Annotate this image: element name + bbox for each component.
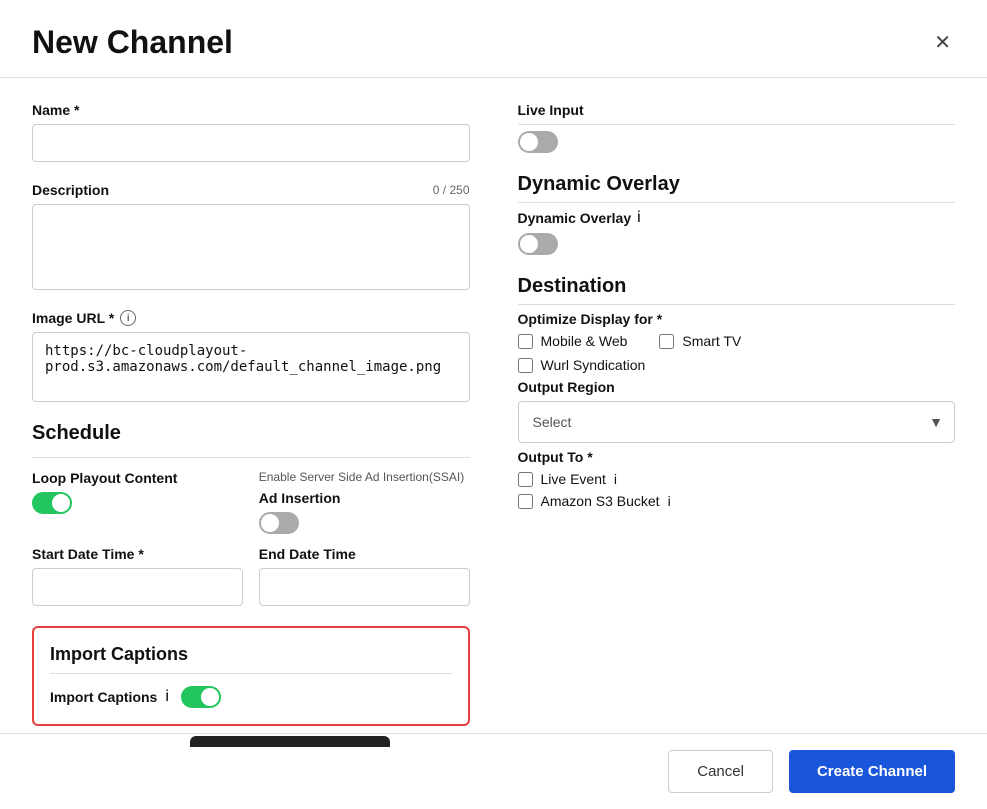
ssai-label: Enable Server Side Ad Insertion(SSAI) (259, 470, 470, 484)
dynamic-overlay-section: Dynamic Overlay Dynamic Overlay i (518, 173, 956, 255)
import-captions-divider (50, 673, 452, 674)
create-channel-button[interactable]: Create Channel (789, 750, 955, 793)
schedule-toggles-row: Loop Playout Content Enable Server Side … (32, 470, 470, 534)
ad-insertion-toggle[interactable] (259, 512, 299, 534)
name-label: Name * (32, 102, 470, 118)
import-captions-info-icon[interactable]: i (165, 688, 169, 706)
dynamic-overlay-divider (518, 202, 956, 203)
import-captions-label: Import Captions (50, 689, 157, 705)
live-input-label: Live Input (518, 102, 956, 118)
wurl-checkbox-row[interactable]: Wurl Syndication (518, 357, 956, 373)
name-field-group: Name * (32, 102, 470, 162)
smart-tv-label: Smart TV (682, 333, 741, 349)
end-date-group: End Date Time (259, 546, 470, 606)
destination-section: Destination Optimize Display for * Mobil… (518, 275, 956, 509)
modal-body: Name * Description 0 / 250 Image URL * i (0, 78, 987, 747)
end-date-label: End Date Time (259, 546, 470, 562)
live-input-divider (518, 124, 956, 125)
wurl-label: Wurl Syndication (541, 357, 646, 373)
dynamic-overlay-title: Dynamic Overlay (518, 173, 956, 196)
image-url-input[interactable]: https://bc-cloudplayout-prod.s3.amazonaw… (32, 332, 470, 402)
modal: New Channel ✕ Name * Description 0 / 250 (0, 0, 987, 809)
start-date-label: Start Date Time * (32, 546, 243, 562)
live-input-toggle[interactable] (518, 131, 558, 153)
loop-playout-label: Loop Playout Content (32, 470, 243, 486)
image-url-info-icon[interactable]: i (120, 310, 136, 326)
ad-insertion-label: Ad Insertion (259, 490, 470, 506)
loop-playout-toggle[interactable] (32, 492, 72, 514)
description-input[interactable] (32, 204, 470, 290)
mobile-web-checkbox[interactable] (518, 334, 533, 349)
date-row: Start Date Time * End Date Time (32, 546, 470, 606)
cancel-button[interactable]: Cancel (668, 750, 773, 793)
amazon-s3-info-icon[interactable]: i (668, 493, 671, 509)
start-date-input[interactable] (32, 568, 243, 606)
modal-overlay: New Channel ✕ Name * Description 0 / 250 (0, 0, 987, 809)
amazon-s3-label: Amazon S3 Bucket (541, 493, 660, 509)
output-region-group: Output Region Select ▼ (518, 379, 956, 443)
import-captions-row: Import Captions i Enable this to import … (50, 686, 452, 708)
end-date-input[interactable] (259, 568, 470, 606)
output-region-select[interactable]: Select (518, 401, 956, 443)
optimize-label: Optimize Display for * (518, 311, 956, 327)
amazon-s3-checkbox-row[interactable]: Amazon S3 Bucket i (518, 493, 956, 509)
description-field-group: Description 0 / 250 (32, 182, 470, 290)
live-event-checkbox-row[interactable]: Live Event i (518, 471, 956, 487)
modal-header: New Channel ✕ (0, 0, 987, 78)
import-captions-tooltip: Enable this to import closed captions fr… (190, 736, 390, 747)
schedule-divider (32, 457, 470, 458)
ad-insertion-toggle-group: Enable Server Side Ad Insertion(SSAI) Ad… (259, 470, 470, 534)
destination-divider (518, 304, 956, 305)
live-input-section: Live Input (518, 102, 956, 153)
live-event-info-icon[interactable]: i (614, 471, 617, 487)
schedule-title: Schedule (32, 422, 470, 445)
schedule-section: Schedule Loop Playout Content (32, 422, 470, 606)
name-input[interactable] (32, 124, 470, 162)
close-button[interactable]: ✕ (930, 26, 955, 59)
output-to-group: Output To * Live Event i Amazon S3 Bucke… (518, 449, 956, 509)
import-captions-box: Import Captions Import Captions i Enable… (32, 626, 470, 726)
left-column: Name * Description 0 / 250 Image URL * i (32, 102, 470, 723)
description-label: Description (32, 182, 109, 198)
smart-tv-checkbox[interactable] (659, 334, 674, 349)
live-event-label: Live Event (541, 471, 606, 487)
start-date-group: Start Date Time * (32, 546, 243, 606)
wurl-checkbox[interactable] (518, 358, 533, 373)
destination-title: Destination (518, 275, 956, 298)
loop-playout-toggle-group: Loop Playout Content (32, 470, 243, 534)
mobile-web-label: Mobile & Web (541, 333, 628, 349)
smart-tv-checkbox-row[interactable]: Smart TV (659, 333, 741, 349)
modal-footer: Cancel Create Channel (0, 733, 987, 809)
char-count: 0 / 250 (433, 183, 470, 197)
import-captions-toggle[interactable] (181, 686, 221, 708)
page-title: New Channel (32, 24, 233, 61)
mobile-web-checkbox-row[interactable]: Mobile & Web (518, 333, 628, 349)
live-event-checkbox[interactable] (518, 472, 533, 487)
optimize-display-group: Optimize Display for * Mobile & Web Smar… (518, 311, 956, 373)
import-captions-title: Import Captions (50, 644, 452, 665)
dynamic-overlay-info-icon[interactable]: i (637, 209, 641, 227)
image-url-label: Image URL * i (32, 310, 470, 326)
output-region-label: Output Region (518, 379, 956, 395)
dynamic-overlay-toggle[interactable] (518, 233, 558, 255)
output-to-label: Output To * (518, 449, 956, 465)
dynamic-overlay-label: Dynamic Overlay (518, 210, 632, 226)
right-column: Live Input Dynamic Overlay Dynamic Overl… (518, 102, 956, 723)
image-url-field-group: Image URL * i https://bc-cloudplayout-pr… (32, 310, 470, 402)
amazon-s3-checkbox[interactable] (518, 494, 533, 509)
